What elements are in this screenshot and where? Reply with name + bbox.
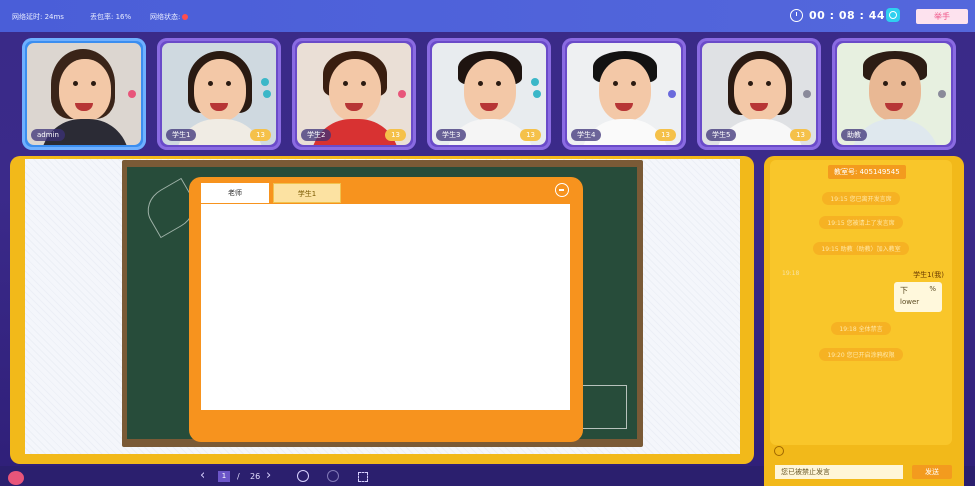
video-card-student4[interactable]: 学生4 13: [562, 38, 686, 150]
room-number: 教室号: 405149545: [828, 165, 906, 179]
participant-name: 学生4: [571, 129, 602, 141]
mic-icon[interactable]: [531, 78, 539, 86]
video-card-student5[interactable]: 学生5 13: [697, 38, 821, 150]
pointer-tool-icon[interactable]: [8, 471, 24, 485]
chat-messages: 教室号: 405149545 19:15 您已离开发言席 19:15 您被请上了…: [770, 160, 952, 445]
system-message: 19:18 全体禁言: [770, 322, 952, 335]
bubble-text: 下: [900, 286, 908, 295]
star-count: 13: [250, 129, 271, 141]
packet-loss: 丢包率: 16%: [90, 13, 132, 21]
student-video-strip: admin 学生1 13 学生2 13 学生3 13 学生4 13 学生5 13…: [22, 38, 962, 152]
pen-icon[interactable]: [533, 90, 541, 98]
star-count: 13: [385, 129, 406, 141]
bubble-text: %: [929, 285, 936, 293]
minimize-icon[interactable]: [555, 183, 569, 197]
emoji-icon[interactable]: [774, 446, 784, 456]
bubble-text: lower: [900, 298, 920, 306]
pen-icon[interactable]: [128, 90, 136, 98]
message-time: 19:18: [782, 270, 800, 277]
video-card-student2[interactable]: 学生2 13: [292, 38, 416, 150]
tab-student1[interactable]: 学生1: [273, 183, 341, 203]
participant-name: 学生2: [301, 129, 332, 141]
star-count: 13: [655, 129, 676, 141]
network-latency: 网络延时: 24ms: [12, 13, 64, 21]
mic-icon[interactable]: [261, 78, 269, 86]
courseware-panel: 老师 学生1: [189, 177, 583, 442]
star-count: 13: [520, 129, 541, 141]
participant-name: 学生5: [706, 129, 737, 141]
system-message: 19:20 您已开启涂鸦权限: [770, 348, 952, 361]
participant-name: 助教: [841, 129, 867, 141]
network-status-label: 网络状态:: [150, 13, 181, 21]
status-dot-icon: [182, 14, 189, 20]
pen-icon[interactable]: [263, 90, 271, 98]
fullscreen-icon[interactable]: [358, 472, 368, 482]
prev-page-icon[interactable]: ‹: [200, 468, 205, 483]
pen-icon[interactable]: [668, 90, 676, 98]
system-message: 19:15 您被请上了发言席: [770, 216, 952, 229]
message-bubble: 下 % lower: [894, 282, 942, 312]
message-user: 学生1(我): [913, 271, 944, 279]
pen-icon[interactable]: [803, 90, 811, 98]
participant-name: 学生1: [166, 129, 197, 141]
zoom-in-icon[interactable]: [297, 470, 309, 482]
settings-icon[interactable]: [886, 8, 900, 22]
system-message: 19:15 您已离开发言席: [770, 192, 952, 205]
video-card-student1[interactable]: 学生1 13: [157, 38, 281, 150]
video-card-student3[interactable]: 学生3 13: [427, 38, 551, 150]
star-count: 13: [790, 129, 811, 141]
system-message: 19:15 助教（助教）加入教室: [770, 242, 952, 255]
zoom-out-icon[interactable]: [327, 470, 339, 482]
clock-icon: [790, 9, 803, 22]
page-separator: /: [237, 472, 240, 481]
next-page-icon[interactable]: ›: [266, 468, 271, 483]
video-card-admin[interactable]: admin: [22, 38, 146, 150]
drawing-canvas[interactable]: [201, 204, 570, 410]
current-page[interactable]: 1: [218, 471, 230, 482]
video-card-assistant[interactable]: 助教: [832, 38, 956, 150]
total-pages: 26: [250, 472, 261, 481]
send-button[interactable]: 发送: [912, 465, 952, 479]
chat-panel: 教室号: 405149545 19:15 您已离开发言席 19:15 您被请上了…: [764, 156, 964, 486]
class-timer: 00 : 08 : 44: [809, 9, 886, 22]
pen-icon[interactable]: [398, 90, 406, 98]
tab-teacher[interactable]: 老师: [201, 183, 269, 203]
participant-name: admin: [31, 129, 65, 141]
top-status-bar: 网络延时: 24ms 丢包率: 16% 网络状态: 00 : 08 : 44 举…: [0, 0, 975, 32]
pen-icon[interactable]: [938, 90, 946, 98]
raise-hand-button[interactable]: 举手: [916, 9, 968, 24]
participant-name: 学生3: [436, 129, 467, 141]
chat-input[interactable]: [775, 465, 903, 479]
network-status: 网络状态:: [150, 12, 189, 22]
